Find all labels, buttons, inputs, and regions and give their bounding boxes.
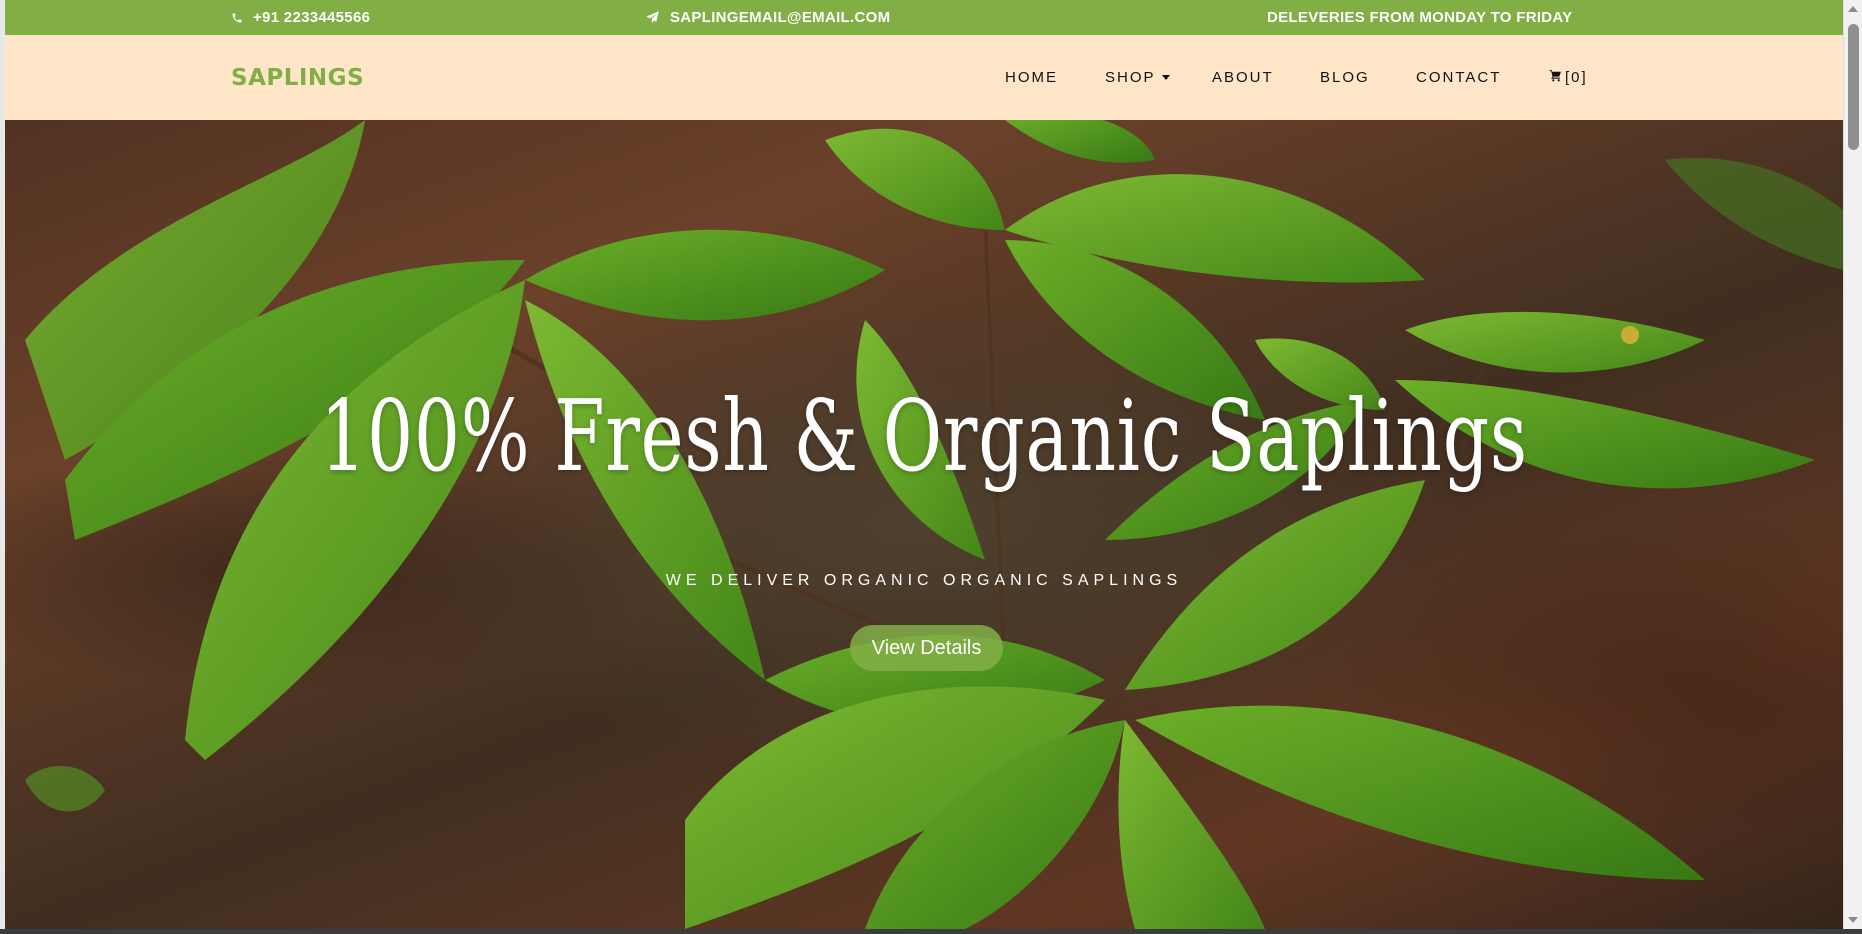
- scroll-up-arrow-icon[interactable]: [1848, 6, 1858, 12]
- phone-number: +91 2233445566: [253, 9, 371, 26]
- email-contact[interactable]: SAPLINGEMAIL@EMAIL.COM: [645, 0, 890, 35]
- nav-shop-dropdown[interactable]: SHOP: [1105, 35, 1170, 120]
- phone-icon: [231, 12, 243, 24]
- scroll-down-arrow-icon[interactable]: [1848, 917, 1858, 923]
- cart-count: [0]: [1565, 69, 1588, 86]
- window-bottom-edge: [0, 929, 1862, 934]
- hero-banner: 100% Fresh & Organic Saplings WE DELIVER…: [5, 120, 1843, 929]
- scroll-thumb[interactable]: [1848, 24, 1859, 150]
- hero-subtitle: WE DELIVER ORGANIC ORGANIC SAPLINGS: [665, 572, 1183, 589]
- paper-plane-icon: [645, 10, 660, 25]
- delivery-text: DELEVERIES FROM MONDAY TO FRIDAY: [1267, 9, 1573, 26]
- nav-home[interactable]: HOME: [1005, 35, 1058, 120]
- browser-viewport: +91 2233445566 SAPLINGEMAIL@EMAIL.COM DE…: [5, 0, 1843, 929]
- nav-cart[interactable]: [0]: [1549, 35, 1588, 120]
- main-navbar: SAPLINGS HOME SHOP ABOUT BLOG CONTACT [0…: [5, 35, 1843, 120]
- nav-about-label: ABOUT: [1212, 69, 1274, 86]
- phone-contact[interactable]: +91 2233445566: [231, 0, 370, 35]
- view-details-button[interactable]: View Details: [850, 625, 1003, 671]
- vertical-scrollbar[interactable]: [1843, 0, 1862, 929]
- nav-blog[interactable]: BLOG: [1320, 35, 1370, 120]
- delivery-info: DELEVERIES FROM MONDAY TO FRIDAY: [1267, 0, 1572, 35]
- nav-about[interactable]: ABOUT: [1212, 35, 1274, 120]
- nav-shop-label: SHOP: [1105, 69, 1156, 86]
- nav-home-label: HOME: [1005, 69, 1058, 86]
- email-address: SAPLINGEMAIL@EMAIL.COM: [670, 9, 891, 26]
- nav-blog-label: BLOG: [1320, 69, 1370, 86]
- brand-logo[interactable]: SAPLINGS: [231, 35, 364, 120]
- nav-contact-label: CONTACT: [1416, 69, 1502, 86]
- nav-contact[interactable]: CONTACT: [1416, 35, 1501, 120]
- top-info-bar: +91 2233445566 SAPLINGEMAIL@EMAIL.COM DE…: [5, 0, 1843, 35]
- hero-title: 100% Fresh & Organic Saplings: [320, 380, 1528, 494]
- caret-down-icon: [1161, 75, 1170, 80]
- cart-icon: [1549, 69, 1562, 86]
- hero-overlay: [5, 120, 1843, 929]
